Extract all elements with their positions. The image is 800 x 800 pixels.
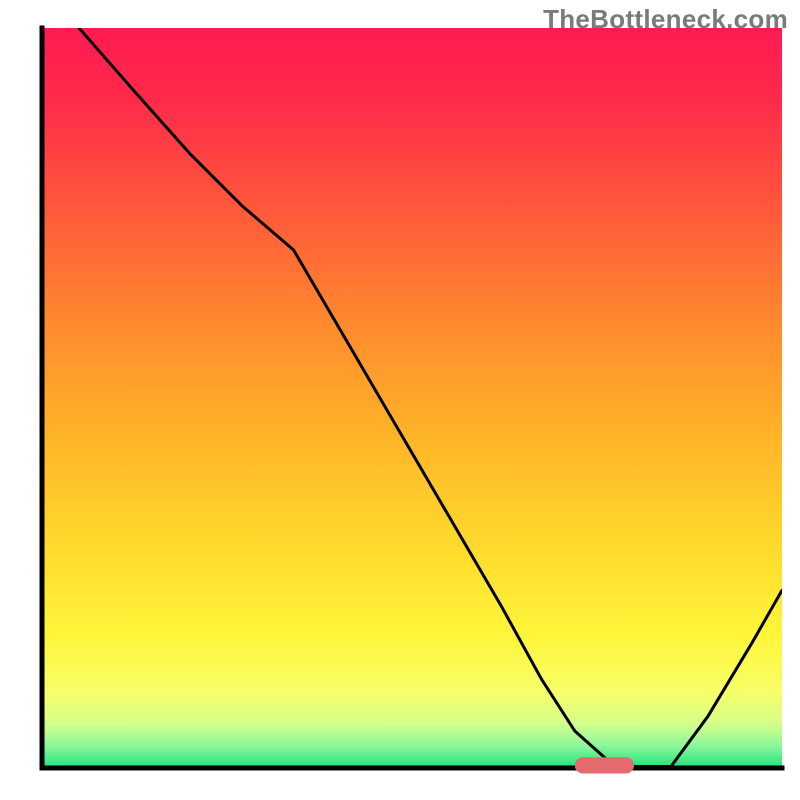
plot-gradient-bg	[42, 28, 782, 768]
watermark-text: TheBottleneck.com	[543, 4, 788, 35]
optimal-marker	[575, 757, 634, 773]
chart-container: TheBottleneck.com	[0, 0, 800, 800]
chart-svg	[0, 0, 800, 800]
